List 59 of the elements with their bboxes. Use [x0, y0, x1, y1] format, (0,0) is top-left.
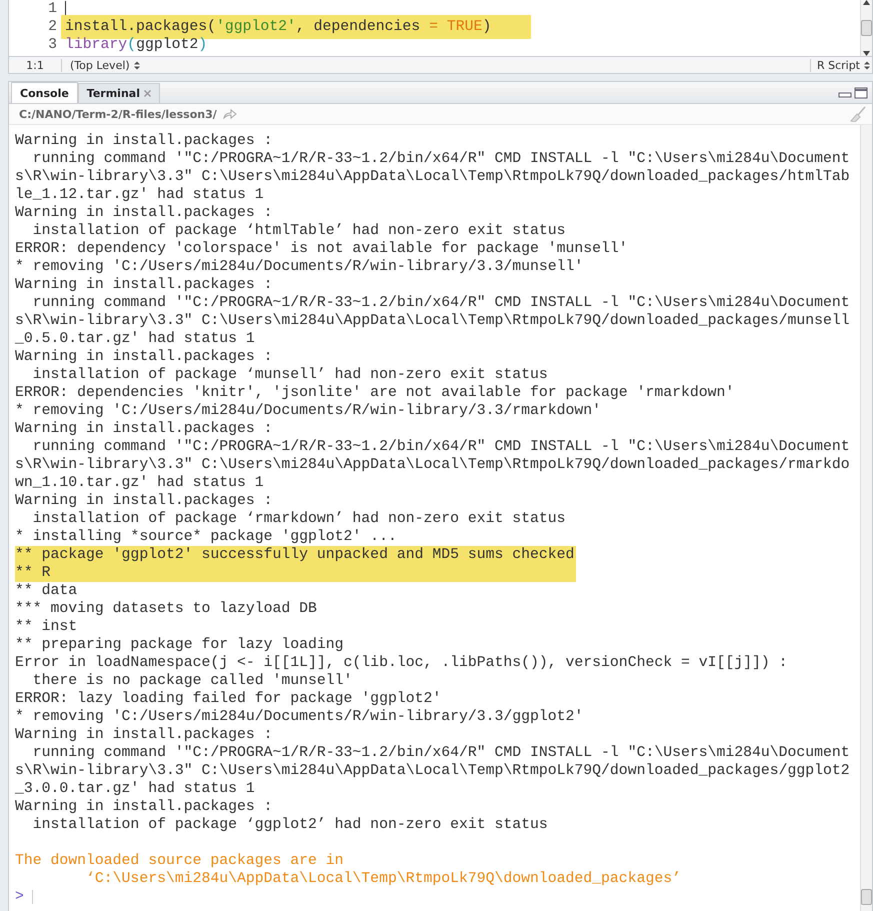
- scroll-up-icon[interactable]: [863, 0, 870, 5]
- console-line: ERROR: lazy loading failed for package 'ggplot2': [15, 690, 442, 708]
- console-line: * installing *source* package 'ggplot2' ...: [15, 528, 398, 546]
- console-line: Warning in install.packages :: [15, 420, 274, 438]
- console-line: s\R\win-library\3.3" C:\Users\mi284u\AppData\Local\Temp\RtmpoLk79Q/downloaded_packages/ggplot2: [15, 762, 851, 780]
- sort-arrows-icon: [864, 60, 870, 70]
- console-message: ‘C:\Users\mi284u\AppData\Local\Temp\RtmpoLk79Q\downloaded_packages’: [85, 870, 682, 888]
- console-line: installation of package ‘ggplot2’ had non-zero exit status: [32, 816, 549, 834]
- console-line: ** R: [15, 564, 52, 582]
- console-line: * removing 'C:/Users/mi284u/Documents/R/win-library/3.3/rmarkdown': [15, 402, 602, 420]
- console-line: ERROR: dependencies 'knitr', 'jsonlite' are not available for package 'rmarkdown': [15, 384, 736, 402]
- console-line: Error in loadNamespace(j <- i[[1L]], c(lib.loc, .libPaths()), versionCheck = vI[[j]]) :: [15, 654, 789, 672]
- console-message: The downloaded source packages are in: [15, 852, 345, 870]
- console-line: * removing 'C:/Users/mi284u/Documents/R/win-library/3.3/ggplot2': [15, 708, 584, 726]
- scope-dropdown[interactable]: (Top Level): [62, 58, 140, 72]
- console-line: there is no package called 'munsell': [32, 672, 354, 690]
- scrollbar[interactable]: [860, 0, 872, 56]
- sort-arrows-icon: [134, 60, 140, 70]
- console-line: installation of package ‘rmarkdown’ had non-zero exit status: [32, 510, 567, 528]
- console-line: ** preparing package for lazy loading: [15, 636, 345, 654]
- console-line: ** inst: [15, 618, 78, 636]
- console-line: _0.5.0.tar.gz' had status 1: [15, 330, 256, 348]
- console-line: s\R\win-library\3.3" C:\Users\mi284u\AppData\Local\Temp\RtmpoLk79Q/downloaded_packages/munsell: [15, 312, 851, 330]
- line-number: 1: [48, 0, 57, 18]
- line-number: 3: [48, 36, 57, 54]
- console-prompt: >: [15, 889, 24, 905]
- console-line: Warning in install.packages :: [15, 132, 274, 150]
- code-line: library(ggplot2): [65, 36, 208, 54]
- console-line: ERROR: dependency 'colorspace' is not available for package 'munsell': [15, 240, 629, 258]
- console-line: Warning in install.packages :: [15, 348, 274, 366]
- console-line: Warning in install.packages :: [15, 798, 274, 816]
- code-line: install.packages('ggplot2', dependencies = TRUE): [65, 18, 492, 36]
- console-line: ** data: [15, 582, 78, 600]
- console-line: Warning in install.packages :: [15, 726, 274, 744]
- console-line: ** package 'ggplot2' successfully unpacked and MD5 sums checked: [15, 546, 574, 564]
- pane-tab[interactable]: Console: [11, 82, 78, 103]
- console-line: installation of package ‘munsell’ had non-zero exit status: [32, 366, 549, 384]
- scrollbar[interactable]: [860, 125, 872, 911]
- console-line: le_1.12.tar.gz' had status 1: [15, 186, 265, 204]
- cursor-position: 1:1: [9, 58, 62, 72]
- maximize-icon[interactable]: [854, 86, 868, 98]
- console-line: running command '"C:/PROGRA~1/R/R-33~1.2/bin/x64/R" CMD INSTALL -l "C:\Users\mi284u\Document: [32, 150, 851, 168]
- console-line: running command '"C:/PROGRA~1/R/R-33~1.2/bin/x64/R" CMD INSTALL -l "C:\Users\mi284u\Document: [32, 294, 851, 312]
- console-line: s\R\win-library\3.3" C:\Users\mi284u\AppData\Local\Temp\RtmpoLk79Q/downloaded_packages/htmlTab: [15, 168, 851, 186]
- pane-tab[interactable]: Terminal: [78, 83, 160, 103]
- console-line: s\R\win-library\3.3" C:\Users\mi284u\AppData\Local\Temp\RtmpoLk79Q/downloaded_packages/rmarkdo: [15, 456, 851, 474]
- console-line: wn_1.10.tar.gz' had status 1: [15, 474, 265, 492]
- line-number: 2: [48, 18, 57, 36]
- file-type-dropdown[interactable]: R Script: [810, 58, 872, 72]
- console-line: _3.0.0.tar.gz' had status 1: [15, 780, 256, 798]
- console-line: Warning in install.packages :: [15, 492, 274, 510]
- console-line: running command '"C:/PROGRA~1/R/R-33~1.2/bin/x64/R" CMD INSTALL -l "C:\Users\mi284u\Document: [32, 438, 851, 456]
- console-line: Warning in install.packages :: [15, 276, 274, 294]
- console-line: * removing 'C:/Users/mi284u/Documents/R/win-library/3.3/munsell': [15, 258, 584, 276]
- console-line: running command '"C:/PROGRA~1/R/R-33~1.2/bin/x64/R" CMD INSTALL -l "C:\Users\mi284u\Document: [32, 744, 851, 762]
- console-line: installation of package ‘htmlTable’ had non-zero exit status: [32, 222, 567, 240]
- working-directory: C:/NANO/Term-2/R-files/lesson3/: [19, 108, 217, 120]
- console-line: Warning in install.packages :: [15, 204, 274, 222]
- console-line: *** moving datasets to lazyload DB: [15, 600, 318, 618]
